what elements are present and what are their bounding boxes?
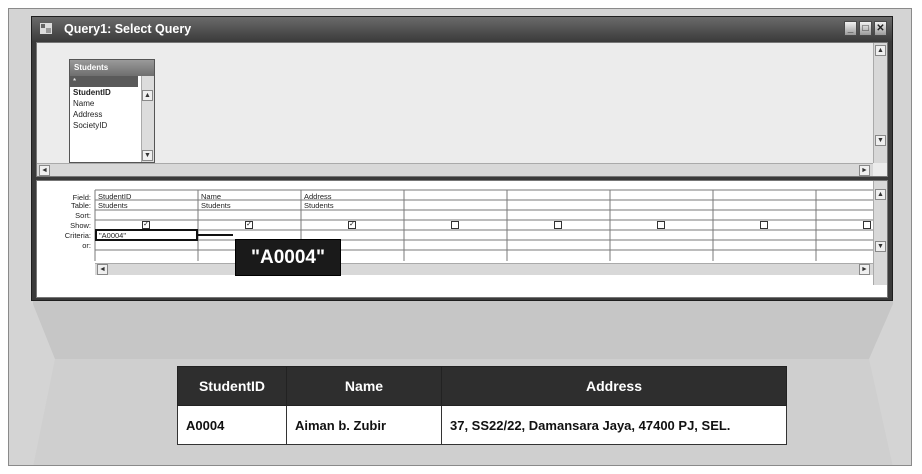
criteria-cell[interactable]: "A0004" [99,231,126,240]
table-row: A0004 Aiman b. Zubir 37, SS22/22, Damans… [177,405,787,445]
maximize-button[interactable]: □ [859,21,872,36]
table-box-title: Students [70,60,154,76]
figure-frame: Query1: Select Query _ □ ✕ Students * St… [8,8,912,466]
minimize-button[interactable]: _ [844,21,857,36]
show-checkbox[interactable] [760,221,768,229]
scroll-down-icon[interactable]: ▼ [875,135,886,146]
students-table-box[interactable]: Students * StudentID Name Address Societ… [69,59,155,163]
close-button[interactable]: ✕ [874,21,887,36]
scroll-left-icon[interactable]: ◄ [97,264,108,275]
table-cell: Aiman b. Zubir [286,405,442,445]
column-header: Address [441,366,787,406]
scroll-up-icon[interactable]: ▲ [875,45,886,56]
field-list-item[interactable]: SocietyID [70,120,138,131]
show-checkbox[interactable] [863,221,871,229]
field-list[interactable]: * StudentID Name Address SocietyID [70,76,138,131]
field-list-item[interactable]: Name [70,98,138,109]
field-list-item[interactable]: Address [70,109,138,120]
table-cell: A0004 [177,405,287,445]
table-pane-vertical-scrollbar[interactable]: ▲ ▼ [873,43,887,163]
column-header: StudentID [177,366,287,406]
design-grid: Field: Table: Sort: Show: Criteria: or: … [36,180,888,298]
table-pane-horizontal-scrollbar[interactable]: ◄ ► [37,163,873,176]
row-label-sort: Sort: [75,211,91,220]
row-label-or: or: [82,241,91,250]
result-table: StudentID Name Address A0004 Aiman b. Zu… [177,366,787,445]
scroll-right-icon[interactable]: ► [859,264,870,275]
scroll-down-icon[interactable]: ▼ [875,241,886,252]
row-label-criteria: Criteria: [64,231,91,240]
show-checkbox[interactable]: ✓ [142,221,150,229]
scroll-up-icon[interactable]: ▲ [875,189,886,200]
show-checkbox[interactable]: ✓ [348,221,356,229]
title-bar: Query1: Select Query _ □ ✕ [32,17,892,41]
field-cell[interactable]: Address [304,192,332,201]
table-cell[interactable]: Students [201,201,231,210]
window-title: Query1: Select Query [64,22,192,36]
row-label-table: Table: [70,201,91,210]
field-list-scrollbar[interactable]: ▲ ▼ [141,76,154,162]
table-cell: 37, SS22/22, Damansara Jaya, 47400 PJ, S… [441,405,787,445]
scroll-down-icon[interactable]: ▼ [142,150,153,161]
table-cell[interactable]: Students [98,201,128,210]
show-checkbox[interactable] [554,221,562,229]
table-cell[interactable]: Students [304,201,334,210]
show-checkbox[interactable] [451,221,459,229]
show-checkbox[interactable] [657,221,665,229]
result-header-row: StudentID Name Address [177,366,787,406]
grid-horizontal-scrollbar[interactable]: ◄ ► [95,263,873,275]
field-list-item[interactable]: StudentID [70,87,138,98]
beam-shape [33,299,893,359]
grid-vertical-scrollbar[interactable]: ▲ ▼ [873,181,887,285]
row-label-show: Show: [70,221,91,230]
table-pane: Students * StudentID Name Address Societ… [36,42,888,177]
scroll-up-icon[interactable]: ▲ [142,90,153,101]
column-header: Name [286,366,442,406]
query-icon [40,23,52,34]
show-checkbox[interactable]: ✓ [245,221,253,229]
field-list-item[interactable]: * [70,76,138,87]
scroll-left-icon[interactable]: ◄ [39,165,50,176]
query-window: Query1: Select Query _ □ ✕ Students * St… [31,16,893,301]
field-cell[interactable]: Name [201,192,221,201]
field-cell[interactable]: StudentID [98,192,131,201]
criteria-callout: "A0004" [235,239,341,276]
scroll-right-icon[interactable]: ► [859,165,870,176]
